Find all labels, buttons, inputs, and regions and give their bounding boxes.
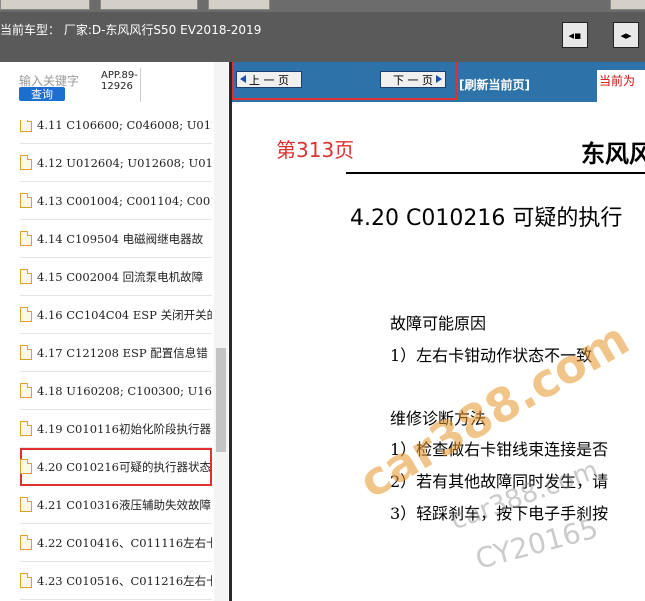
toc-item[interactable]: 4.20 C010216可疑的执行器状态 [20, 448, 212, 486]
toc-item-label: 4.17 C121208 ESP 配置信息错 [37, 345, 208, 360]
split-button[interactable]: ◂▸ [613, 22, 639, 48]
page-nav-bar: 上 一 页 下 一 页 [刷新当前页] 当前为 [232, 62, 645, 102]
toc-item-label: 4.12 U012604; U012608; U010 [37, 155, 212, 170]
toc-item-label: 4.14 C109504 电磁阀继电器故 [37, 231, 204, 246]
document-panel: 上 一 页 下 一 页 [刷新当前页] 当前为 第313页 东风风 4.20 C… [232, 62, 645, 601]
document-icon [20, 573, 32, 588]
document-icon [20, 497, 32, 512]
document-icon [20, 155, 32, 170]
toc-list: 4.10 U000500; U000700; C1004.11 C106600;… [20, 120, 212, 601]
document-icon [20, 383, 32, 398]
current-vehicle-text: 当前车型： 厂家:D-东风风行S50 EV2018-2019 [0, 23, 262, 37]
toc-item-label: 4.16 CC104C04 ESP 关闭开关的 [37, 307, 212, 322]
top-toolbar-button[interactable] [0, 0, 90, 10]
toc-item[interactable]: 4.13 C001004; C001104; C001 [20, 182, 212, 220]
toc-item-label: 4.22 C010416、C011116左右卡 [37, 535, 212, 550]
top-toolbar-strip [0, 0, 645, 12]
toc-scrollbar[interactable] [214, 62, 228, 601]
refresh-page-link[interactable]: [刷新当前页] [459, 76, 530, 93]
toc-item-label: 4.20 C010216可疑的执行器状态 [37, 459, 211, 474]
document-icon [20, 120, 32, 132]
app-version: APP.89-12926 [101, 70, 138, 92]
toc-item-label: 4.15 C002004 回流泵电机故障 [37, 269, 204, 284]
title-rule [346, 172, 645, 174]
current-page-label: 当前为 [599, 74, 636, 88]
collapse-button[interactable]: ◂▪ [562, 22, 588, 48]
document-icon [20, 535, 32, 550]
search-button[interactable]: 查询 [19, 87, 65, 101]
page-number-label: 第313页 [276, 138, 355, 162]
highlight-box [232, 62, 458, 100]
top-toolbar-button[interactable] [100, 0, 198, 10]
vehicle-header: 当前车型： 厂家:D-东风风行S50 EV2018-2019 ◂▪ ◂▸ [0, 12, 645, 62]
section-heading: 4.20 C010216 可疑的执行 [350, 206, 623, 231]
toc-item-label: 4.11 C106600; C046008; U012 [37, 120, 212, 132]
toc-item[interactable]: 4.16 CC104C04 ESP 关闭开关的 [20, 296, 212, 334]
toc-item[interactable]: 4.11 C106600; C046008; U012 [20, 120, 212, 144]
toc-item[interactable]: 4.15 C002004 回流泵电机故障 [20, 258, 212, 296]
toc-item[interactable]: 4.14 C109504 电磁阀继电器故 [20, 220, 212, 258]
top-toolbar-button[interactable] [610, 0, 645, 10]
toc-item-label: 4.13 C001004; C001104; C001 [37, 193, 212, 208]
document-icon [20, 269, 32, 284]
document-icon [20, 193, 32, 208]
toc-panel: 输入关键字 查询 APP.89-12926 4.10 U000500; U000… [0, 62, 230, 601]
toc-item[interactable]: 4.22 C010416、C011116左右卡 [20, 524, 212, 562]
divider [140, 68, 141, 102]
document-icon [20, 345, 32, 360]
top-toolbar-button[interactable] [208, 0, 270, 10]
document-icon [20, 421, 32, 436]
document-icon [20, 231, 32, 246]
split-icon: ◂▸ [620, 28, 632, 42]
document-icon [20, 307, 32, 322]
toc-item[interactable]: 4.12 U012604; U012608; U010 [20, 144, 212, 182]
toc-scrollbar-thumb[interactable] [216, 348, 226, 452]
toc-item-label: 4.23 C010516、C011216左右卡 [37, 573, 212, 588]
toc-item-label: 4.21 C010316液压辅助失效故障 [37, 497, 211, 512]
document-title: 东风风 [581, 139, 645, 168]
toc-item[interactable]: 4.18 U160208; C100300; U160 [20, 372, 212, 410]
cause-title: 故障可能原因 [390, 314, 487, 333]
toc-item-label: 4.18 U160208; C100300; U160 [37, 383, 212, 398]
current-page-field: 当前为 [597, 70, 645, 102]
toc-item-label: 4.19 C010116初始化阶段执行器 [37, 421, 211, 436]
toc-item[interactable]: 4.17 C121208 ESP 配置信息错 [20, 334, 212, 372]
toc-item[interactable]: 4.23 C010516、C011216左右卡 [20, 562, 212, 600]
collapse-icon: ◂▪ [568, 28, 582, 42]
toc-item[interactable]: 4.19 C010116初始化阶段执行器 [20, 410, 212, 448]
document-icon [20, 459, 32, 474]
toc-item[interactable]: 4.21 C010316液压辅助失效故障 [20, 486, 212, 524]
